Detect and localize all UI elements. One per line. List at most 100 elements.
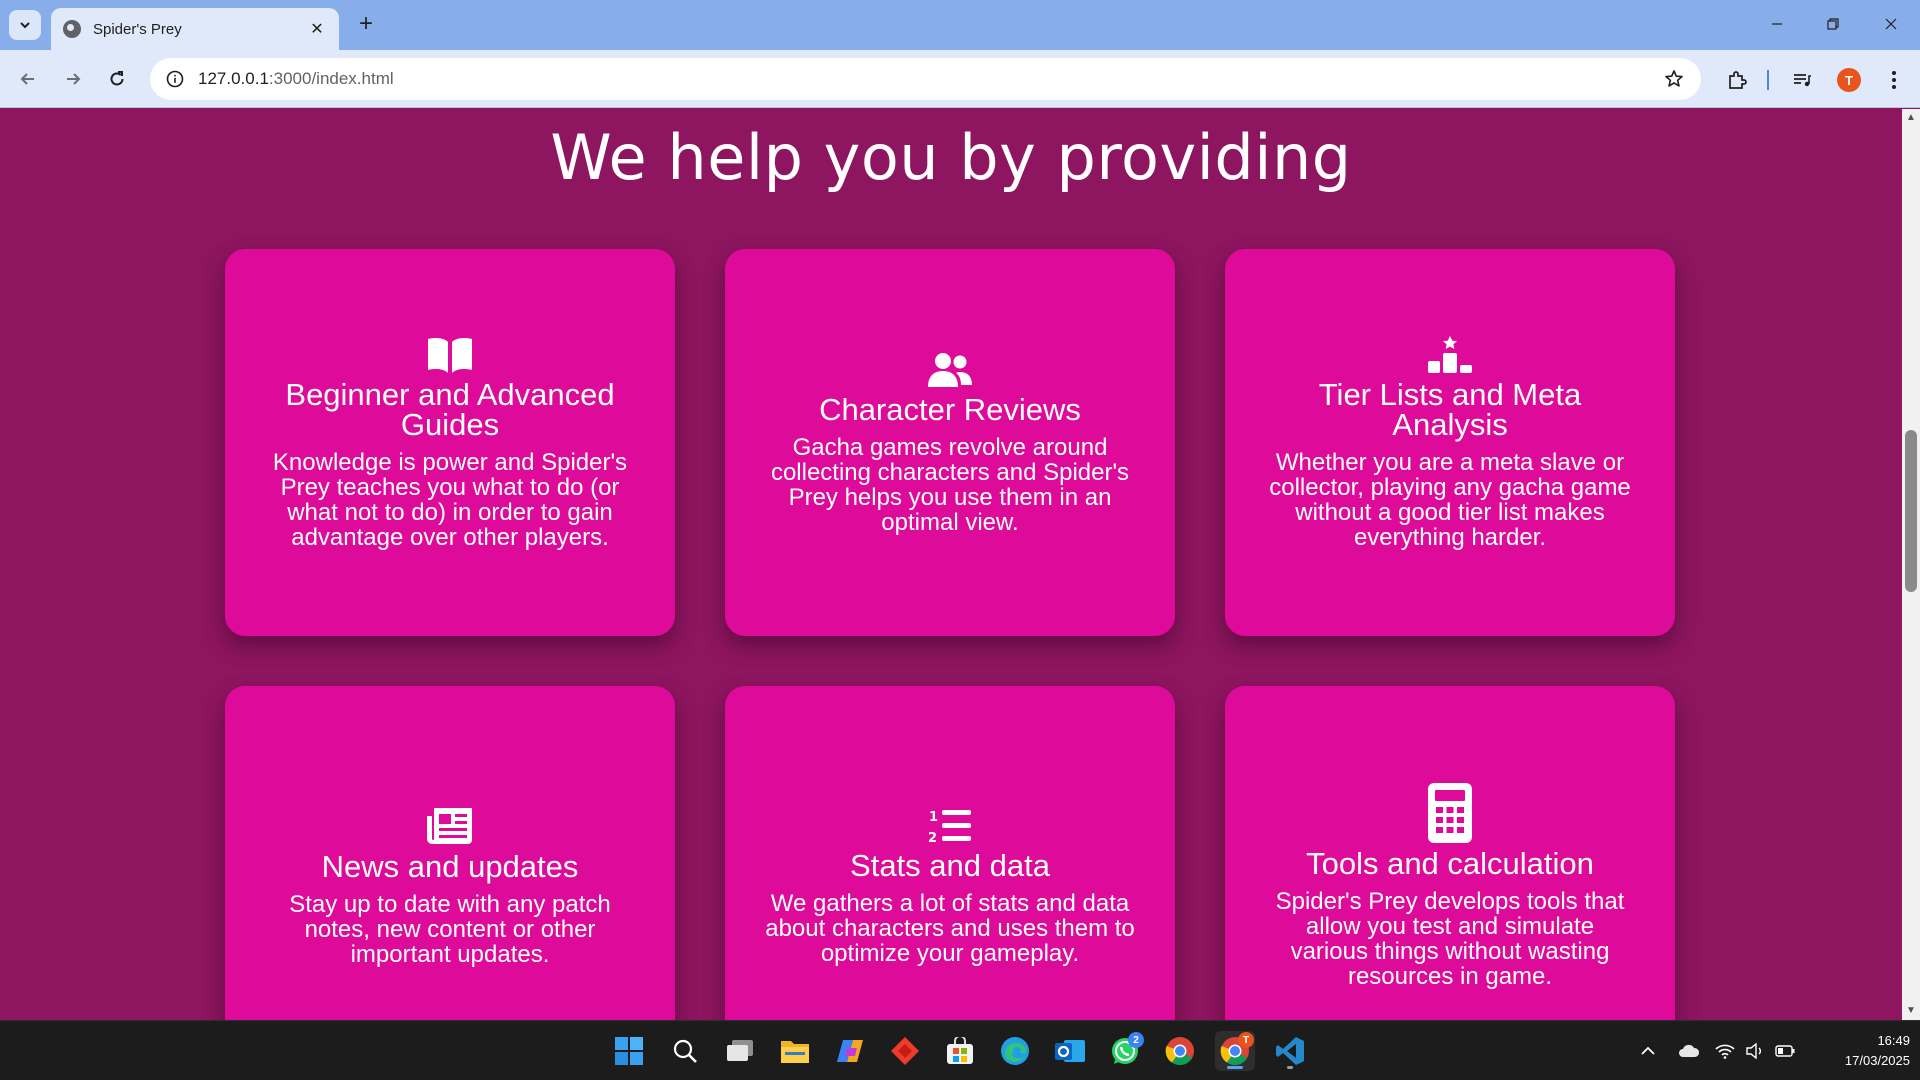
- svg-text:2: 2: [928, 831, 937, 845]
- copilot-button[interactable]: [830, 1031, 870, 1071]
- url-host: 127.0.0.1: [198, 69, 269, 88]
- section-title: We help you by providing: [550, 121, 1352, 194]
- close-tab-icon[interactable]: ✕: [307, 19, 327, 39]
- file-explorer-button[interactable]: [775, 1031, 815, 1071]
- site-info-icon[interactable]: [164, 68, 186, 90]
- battery-icon: [1775, 1045, 1795, 1057]
- minimize-button[interactable]: [1754, 10, 1800, 38]
- card-text: Gacha games revolve around collecting ch…: [770, 433, 1130, 536]
- reload-button[interactable]: [99, 61, 135, 97]
- edge-button[interactable]: [995, 1031, 1035, 1071]
- globe-icon: [63, 20, 81, 38]
- address-bar[interactable]: 127.0.0.1:3000/index.html: [150, 58, 1701, 100]
- search-icon: [673, 1039, 697, 1063]
- feature-card-guides: Beginner and Advanced Guides Knowledge i…: [225, 249, 675, 636]
- card-title: Stats and data: [850, 847, 1050, 883]
- page-content: We help you by providing Beginner and Ad…: [0, 109, 1902, 1020]
- puzzle-icon: [1729, 71, 1747, 89]
- bookmark-star-icon[interactable]: [1661, 66, 1687, 92]
- vscode-button[interactable]: [1270, 1031, 1310, 1071]
- battery-button[interactable]: [1774, 1039, 1796, 1063]
- minimize-icon: [1772, 23, 1782, 25]
- anydesk-button[interactable]: [885, 1031, 925, 1071]
- vscode-icon: [1276, 1037, 1304, 1065]
- card-title: Character Reviews: [819, 391, 1081, 427]
- reload-icon: [110, 71, 124, 86]
- feature-card-stats: 12 Stats and data We gathers a lot of st…: [725, 686, 1175, 1020]
- volume-button[interactable]: [1744, 1039, 1766, 1063]
- card-title: Tools and calculation: [1306, 846, 1594, 881]
- file-explorer-icon: [781, 1041, 809, 1063]
- card-text: Stay up to date with any patch notes, ne…: [289, 890, 611, 968]
- users-icon: [927, 351, 973, 389]
- svg-text:1: 1: [929, 810, 938, 825]
- browser-toolbar: 127.0.0.1:3000/index.html T: [0, 50, 1920, 108]
- scroll-up-arrow-icon[interactable]: ▲: [1906, 113, 1916, 123]
- chrome-icon: [1165, 1037, 1194, 1066]
- tab-active[interactable]: Spider's Prey ✕: [51, 8, 339, 50]
- active-app-indicator: [1227, 1066, 1243, 1069]
- feature-card-tier-lists: Tier Lists and Meta Analysis Whether you…: [1225, 249, 1675, 636]
- card-text: Knowledge is power and Spider's Prey tea…: [272, 448, 628, 551]
- taskbar-search-button[interactable]: [665, 1031, 705, 1071]
- url-text: 127.0.0.1:3000/index.html: [198, 69, 1661, 89]
- tab-search-button[interactable]: [9, 10, 41, 40]
- cloud-icon: [1679, 1044, 1700, 1057]
- chrome-button[interactable]: [1160, 1031, 1200, 1071]
- microsoft-store-icon: [947, 1037, 973, 1064]
- windows-taskbar: 2 T 16:49 17/03/2025: [0, 1020, 1920, 1080]
- media-controls-button[interactable]: [1787, 65, 1817, 95]
- task-view-button[interactable]: [720, 1031, 760, 1071]
- arrow-left-icon: [20, 73, 34, 85]
- ranking-star-icon: [1427, 335, 1473, 374]
- feature-card-news: News and updates Stay up to date with an…: [225, 686, 675, 1020]
- start-button[interactable]: [609, 1031, 649, 1071]
- media-queue-icon: [1794, 74, 1811, 87]
- newspaper-icon: [426, 806, 474, 846]
- list-ol-icon: 12: [928, 807, 972, 845]
- copilot-icon: [837, 1040, 863, 1062]
- page-scrollbar[interactable]: ▲ ▼: [1902, 109, 1920, 1020]
- clock-date: 17/03/2025: [1844, 1053, 1910, 1068]
- outlook-icon: [1055, 1040, 1085, 1062]
- scroll-down-arrow-icon[interactable]: ▼: [1906, 1006, 1916, 1016]
- book-open-icon: [426, 336, 474, 374]
- onedrive-button[interactable]: [1676, 1039, 1702, 1063]
- anydesk-icon: [891, 1037, 919, 1065]
- kebab-menu-icon: [1892, 71, 1896, 89]
- chrome-profile-button[interactable]: T: [1215, 1031, 1255, 1071]
- avatar: T: [1837, 68, 1861, 92]
- card-text: Spider's Prey develops tools that allow …: [1275, 888, 1625, 990]
- scrollbar-thumb[interactable]: [1905, 430, 1917, 592]
- tab-title: Spider's Prey: [93, 20, 182, 38]
- forward-button[interactable]: [55, 61, 91, 97]
- open-app-indicator: [1287, 1066, 1293, 1069]
- card-text: Whether you are a meta slave or collecto…: [1269, 448, 1631, 551]
- show-hidden-icons-button[interactable]: [1638, 1039, 1658, 1063]
- restore-button[interactable]: [1810, 10, 1856, 38]
- toolbar-divider: [1767, 70, 1769, 90]
- card-text: We gathers a lot of stats and data about…: [765, 889, 1135, 967]
- wifi-icon: [1715, 1044, 1735, 1059]
- profile-button[interactable]: T: [1834, 65, 1864, 95]
- browser-menu-button[interactable]: [1879, 65, 1909, 95]
- outlook-button[interactable]: [1050, 1031, 1090, 1071]
- arrow-right-icon: [67, 73, 81, 85]
- card-title: Tier Lists and Meta Analysis: [1318, 376, 1582, 442]
- taskbar-clock[interactable]: 16:49 17/03/2025: [1806, 1031, 1910, 1071]
- speaker-icon: [1746, 1043, 1761, 1059]
- whatsapp-badge: 2: [1128, 1032, 1144, 1048]
- wifi-button[interactable]: [1714, 1039, 1736, 1063]
- url-path: :3000/index.html: [268, 69, 394, 88]
- extensions-button[interactable]: [1722, 65, 1752, 95]
- calculator-icon: [1428, 783, 1472, 843]
- whatsapp-button[interactable]: 2: [1105, 1031, 1145, 1071]
- chevron-down-icon: [20, 22, 30, 29]
- feature-card-tools: Tools and calculation Spider's Prey deve…: [1225, 686, 1675, 1020]
- close-window-button[interactable]: [1868, 10, 1914, 38]
- microsoft-store-button[interactable]: [940, 1031, 980, 1071]
- card-title: Beginner and Advanced Guides: [285, 376, 615, 442]
- back-button[interactable]: [10, 61, 46, 97]
- close-icon: [1885, 18, 1897, 30]
- new-tab-button[interactable]: +: [352, 12, 380, 38]
